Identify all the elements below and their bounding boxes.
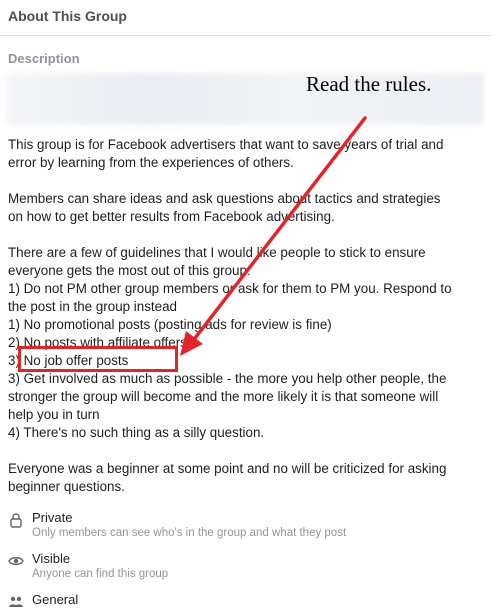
description-line: everyone gets the most out of this group… bbox=[8, 263, 251, 278]
annotation-text: Read the rules. bbox=[306, 72, 432, 96]
description-line: There are a few of guidelines that I wou… bbox=[8, 245, 426, 260]
description-line: the post in the group instead bbox=[8, 299, 177, 314]
header-title: About This Group bbox=[8, 8, 127, 24]
description-line: help you in turn bbox=[8, 407, 100, 422]
privacy-subtitle: Only members can see who's in the group … bbox=[32, 527, 347, 539]
eye-icon bbox=[8, 556, 24, 566]
description-text: This group is for Facebook advertisers t… bbox=[8, 136, 484, 496]
description-line: on how to get better results from Facebo… bbox=[8, 209, 335, 224]
group-type-title: General bbox=[32, 592, 79, 607]
description-line: 1) No promotional posts (posting ads for… bbox=[8, 317, 332, 332]
description-blank-line bbox=[8, 226, 484, 244]
lock-icon bbox=[10, 513, 22, 528]
description-blank-line bbox=[8, 442, 484, 460]
description-line: 4) There's no such thing as a silly ques… bbox=[8, 425, 265, 440]
description-line: stronger the group will become and the m… bbox=[8, 389, 439, 404]
about-group-header: About This Group bbox=[0, 0, 491, 36]
highlight-box bbox=[18, 346, 178, 372]
description-line: beginner questions. bbox=[8, 479, 125, 494]
description-line: 3) Get involved as much as possible - th… bbox=[8, 371, 447, 386]
visibility-subtitle: Anyone can find this group bbox=[32, 568, 169, 580]
description-line: 1) Do not PM other group members or ask … bbox=[8, 281, 452, 296]
description-blank-line bbox=[8, 172, 484, 190]
people-icon bbox=[9, 596, 23, 607]
description-line: Members can share ideas and ask question… bbox=[8, 191, 441, 206]
description-line: Everyone was a beginner at some point an… bbox=[8, 461, 447, 476]
description-line: error by learning from the experiences o… bbox=[8, 155, 294, 170]
description-label: Description bbox=[8, 51, 80, 66]
privacy-title: Private bbox=[32, 510, 73, 525]
visibility-title: Visible bbox=[32, 551, 71, 566]
description-line: This group is for Facebook advertisers t… bbox=[8, 137, 444, 152]
